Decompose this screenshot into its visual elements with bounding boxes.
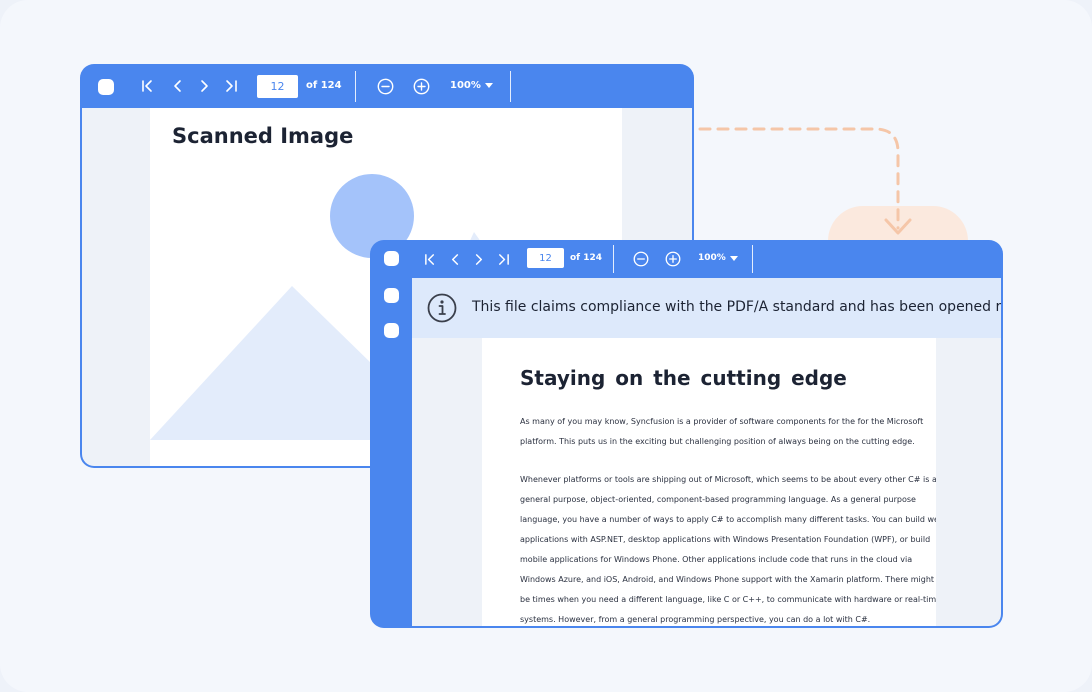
pdf-viewer-front: 12 of 124 100% This file claims complian… [370, 240, 1003, 628]
chevron-down-icon [729, 255, 738, 261]
sidebar-bookmarks-button[interactable] [384, 323, 399, 338]
menu-button[interactable] [98, 79, 114, 95]
last-page-icon[interactable] [495, 251, 511, 267]
next-page-icon[interactable] [470, 251, 486, 267]
text-line: platform. This puts us in the exciting b… [520, 437, 915, 446]
zoom-out-icon[interactable] [632, 250, 649, 267]
zoom-dropdown[interactable]: 100% [450, 80, 493, 91]
zoom-dropdown[interactable]: 100% [698, 253, 738, 263]
text-line: general purpose, object-oriented, compon… [520, 495, 916, 504]
toolbar-divider [355, 71, 356, 102]
illustration-stage: 12 of 124 100% Scanned Image 12 of 124 1… [0, 0, 1092, 692]
previous-page-icon[interactable] [170, 78, 186, 94]
page-total-label: of 124 [306, 80, 342, 91]
pdfa-notification-bar: This file claims compliance with the PDF… [412, 278, 1001, 338]
page-number-input[interactable]: 12 [527, 248, 564, 268]
text-line: systems. However, from a general program… [520, 615, 871, 624]
page-number-input[interactable]: 12 [257, 75, 298, 98]
text-line: applications with ASP.NET, desktop appli… [520, 535, 931, 544]
text-line: mobile applications for Windows Phone. O… [520, 555, 913, 564]
next-page-icon[interactable] [196, 78, 212, 94]
info-icon [427, 293, 457, 323]
text-line: As many of you may know, Syncfusion is a… [520, 417, 924, 426]
paragraph: Whenever platforms or tools are shipping… [520, 470, 936, 626]
text-line: Whenever platforms or tools are shipping… [520, 475, 936, 484]
sidebar-thumbnails-button[interactable] [384, 288, 399, 303]
notification-text: This file claims compliance with the PDF… [472, 299, 1001, 315]
text-line: language, you have a number of ways to a… [520, 515, 936, 524]
page-total-label: of 124 [570, 253, 603, 263]
chevron-down-icon [484, 83, 493, 88]
zoom-in-icon[interactable] [412, 77, 430, 95]
page-title: Staying on the cutting edge [520, 366, 847, 390]
paragraph: As many of you may know, Syncfusion is a… [520, 412, 924, 452]
document-area[interactable]: This file claims compliance with the PDF… [412, 278, 1001, 626]
menu-button[interactable] [384, 251, 399, 266]
text-line: be times when you need a different langu… [520, 595, 936, 604]
toolbar: 12 of 124 100% [80, 64, 694, 108]
document-page: Staying on the cutting edge As many of y… [482, 338, 936, 626]
first-page-icon[interactable] [422, 251, 438, 267]
zoom-value: 100% [698, 253, 726, 263]
toolbar-divider [510, 71, 511, 102]
zoom-out-icon[interactable] [376, 77, 394, 95]
page-title: Scanned Image [172, 124, 354, 148]
toolbar-divider [752, 245, 753, 273]
toolbar: 12 of 124 100% [370, 240, 1003, 278]
last-page-icon[interactable] [223, 78, 239, 94]
first-page-icon[interactable] [140, 78, 156, 94]
text-line: Windows Azure, and iOS, Android, and Win… [520, 575, 935, 584]
zoom-value: 100% [450, 80, 481, 91]
previous-page-icon[interactable] [447, 251, 463, 267]
zoom-in-icon[interactable] [664, 250, 681, 267]
toolbar-divider [613, 245, 614, 273]
